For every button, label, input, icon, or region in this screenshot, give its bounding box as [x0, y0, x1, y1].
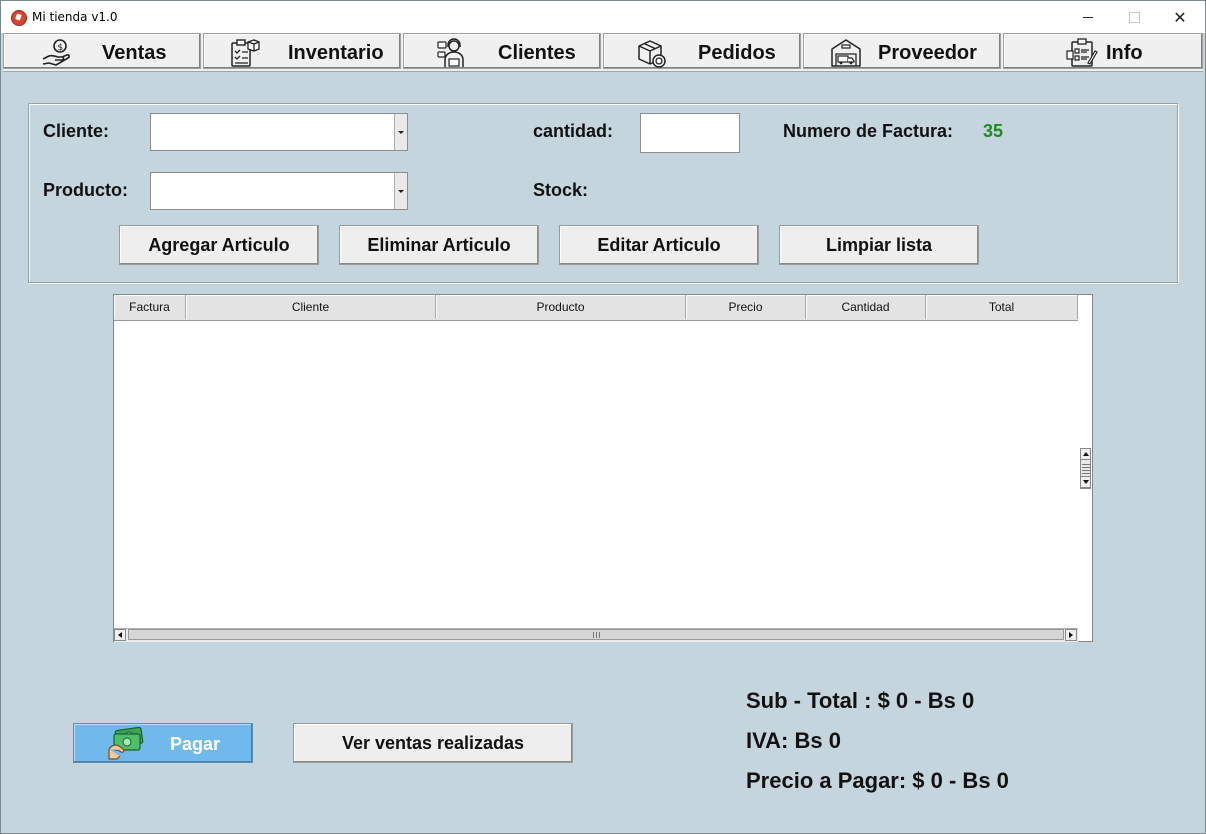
- subtotal-text: Sub - Total : $ 0 - Bs 0: [746, 688, 975, 713]
- svg-text:$: $: [58, 43, 64, 53]
- main-nav: $ Ventas Inventario Clientes Pedidos Pro…: [3, 33, 1203, 72]
- delete-item-button[interactable]: Eliminar Articulo: [339, 225, 539, 265]
- horizontal-scroll-thumb[interactable]: [128, 629, 1064, 640]
- table-header: Factura Cliente Producto Precio Cantidad…: [114, 295, 1078, 321]
- scroll-grip-icon: [1082, 464, 1090, 474]
- clear-list-button[interactable]: Limpiar lista: [779, 225, 979, 265]
- tab-ventas-label: Ventas: [102, 42, 167, 64]
- tab-inventario-label: Inventario: [288, 42, 384, 64]
- tab-info[interactable]: Info: [1003, 33, 1203, 69]
- tab-proveedor[interactable]: Proveedor: [803, 33, 1001, 69]
- scroll-down-button[interactable]: [1080, 476, 1091, 488]
- chevron-down-icon[interactable]: [394, 173, 407, 209]
- column-header-cantidad[interactable]: Cantidad: [806, 295, 926, 319]
- factura-number: 35: [983, 121, 1004, 141]
- info-clipboard-icon: [1066, 38, 1098, 67]
- pay-label: Pagar: [170, 734, 221, 754]
- maximize-button[interactable]: [1111, 1, 1157, 33]
- column-header-total[interactable]: Total: [926, 295, 1078, 319]
- invoice-form-panel: Cliente: cantidad: Numero de Factura: 35…: [28, 103, 1178, 283]
- pay-button[interactable]: Pagar: [73, 723, 253, 763]
- minimize-icon: [1083, 16, 1093, 18]
- factura-label: Numero de Factura:: [783, 121, 954, 141]
- edit-item-button[interactable]: Editar Articulo: [559, 225, 759, 265]
- horizontal-scrollbar[interactable]: [114, 628, 1078, 642]
- tab-ventas[interactable]: $ Ventas: [3, 33, 201, 69]
- cliente-label: Cliente:: [43, 121, 110, 141]
- producto-label: Producto:: [43, 180, 128, 200]
- tab-pedidos-label: Pedidos: [698, 42, 776, 64]
- add-item-button[interactable]: Agregar Articulo: [119, 225, 319, 265]
- title-bar: Mi tienda v1.0 ✕: [1, 1, 1205, 33]
- customer-service-icon: [437, 38, 464, 67]
- cash-hand-icon: [108, 727, 144, 760]
- tab-clientes[interactable]: Clientes: [403, 33, 601, 69]
- scroll-up-button[interactable]: [1080, 448, 1091, 460]
- arrow-right-icon: [1069, 632, 1073, 638]
- minimize-button[interactable]: [1065, 1, 1111, 33]
- vertical-scrollbar[interactable]: [1078, 295, 1092, 641]
- clipboard-box-icon: [231, 39, 260, 67]
- scroll-left-button[interactable]: [114, 629, 126, 641]
- column-header-factura[interactable]: Factura: [114, 295, 186, 319]
- cantidad-label: cantidad:: [533, 121, 614, 141]
- tab-pedidos[interactable]: Pedidos: [603, 33, 801, 69]
- scroll-right-button[interactable]: [1065, 629, 1077, 641]
- iva-text: IVA: Bs 0: [746, 728, 841, 753]
- window-title: Mi tienda v1.0: [32, 10, 118, 24]
- stock-label: Stock:: [533, 180, 589, 200]
- app-window: Mi tienda v1.0 ✕ $ Ventas Inventario Cli…: [0, 0, 1206, 834]
- close-icon: ✕: [1173, 7, 1187, 27]
- close-button[interactable]: ✕: [1157, 1, 1203, 33]
- maximize-icon: [1128, 11, 1140, 23]
- arrow-left-icon: [118, 632, 122, 638]
- tab-proveedor-label: Proveedor: [878, 42, 977, 64]
- app-icon: [11, 10, 27, 26]
- total-to-pay-text: Precio a Pagar: $ 0 - Bs 0: [746, 768, 1009, 793]
- chevron-down-icon[interactable]: [394, 114, 407, 150]
- cantidad-input[interactable]: [640, 113, 740, 153]
- cliente-combobox[interactable]: [150, 113, 408, 151]
- producto-combobox[interactable]: [150, 172, 408, 210]
- warehouse-truck-icon: [831, 39, 861, 67]
- column-header-producto[interactable]: Producto: [436, 295, 686, 319]
- arrow-down-icon: [1082, 480, 1089, 484]
- scroll-grip-icon: [593, 632, 601, 638]
- package-order-icon: [638, 40, 666, 68]
- view-sales-button[interactable]: Ver ventas realizadas: [293, 723, 573, 763]
- tab-clientes-label: Clientes: [498, 42, 576, 64]
- arrow-up-icon: [1082, 452, 1089, 456]
- tab-info-label: Info: [1106, 42, 1143, 64]
- money-hand-icon: $: [42, 39, 70, 66]
- column-header-precio[interactable]: Precio: [686, 295, 806, 319]
- items-table[interactable]: Factura Cliente Producto Precio Cantidad…: [113, 294, 1093, 642]
- tab-inventario[interactable]: Inventario: [203, 33, 401, 69]
- vertical-scroll-control[interactable]: [1080, 448, 1091, 489]
- column-header-cliente[interactable]: Cliente: [186, 295, 436, 319]
